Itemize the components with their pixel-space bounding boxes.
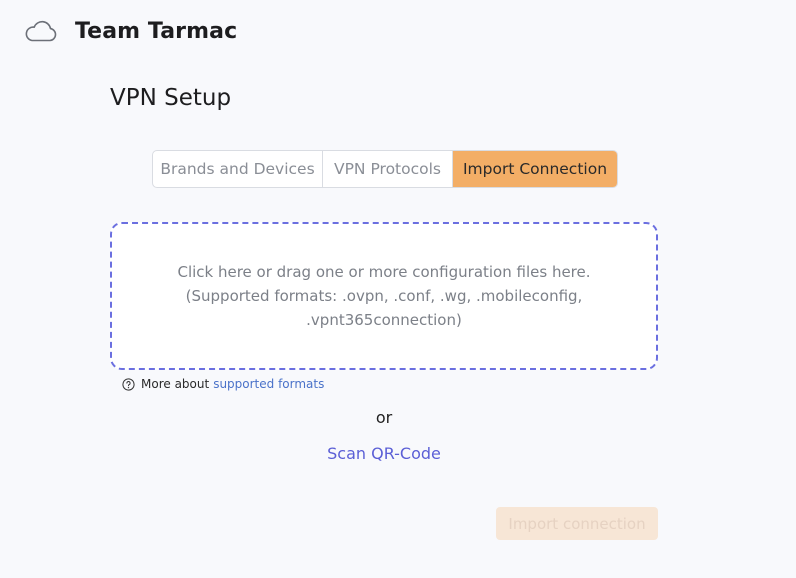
cloud-icon <box>24 20 58 42</box>
setup-tabs: Brands and Devices VPN Protocols Import … <box>152 150 618 188</box>
or-separator: or <box>375 408 393 427</box>
question-circle-icon <box>122 377 135 391</box>
dropzone-formats: (Supported formats: .ovpn, .conf, .wg, .… <box>185 287 583 305</box>
tab-vpn-protocols[interactable]: VPN Protocols <box>323 151 453 187</box>
scan-qr-code-link[interactable]: Scan QR-Code <box>0 444 768 463</box>
file-dropzone[interactable]: Click here or drag one or more configura… <box>110 222 658 370</box>
app-header: Team Tarmac <box>24 14 237 48</box>
formats-help: More about supported formats <box>122 377 324 391</box>
tab-import-connection[interactable]: Import Connection <box>453 151 617 187</box>
help-prefix: More about <box>141 377 210 391</box>
supported-formats-link[interactable]: supported formats <box>213 377 324 391</box>
import-connection-button[interactable]: Import connection <box>496 507 658 540</box>
dropzone-instruction: Click here or drag one or more configura… <box>177 263 591 281</box>
page-title: VPN Setup <box>110 85 232 111</box>
team-name: Team Tarmac <box>75 18 238 44</box>
tab-brands-and-devices[interactable]: Brands and Devices <box>153 151 323 187</box>
dropzone-formats-cont: .vpnt365connection) <box>306 311 462 329</box>
